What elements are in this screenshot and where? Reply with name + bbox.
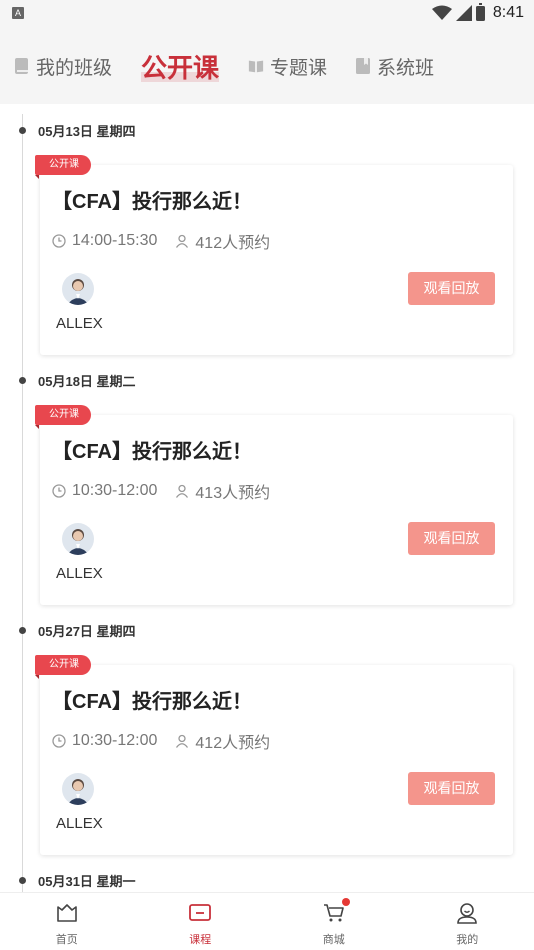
profile-icon bbox=[457, 903, 478, 924]
teacher-name: ALLEX bbox=[56, 565, 103, 582]
signal-icon bbox=[455, 5, 472, 21]
tab-system-class[interactable]: 系统班 bbox=[355, 28, 434, 104]
app-notification-icon: A bbox=[12, 7, 24, 19]
course-time: 14:00-15:30 bbox=[72, 232, 158, 249]
timeline-dot bbox=[19, 126, 26, 134]
bookmark-icon bbox=[356, 58, 370, 74]
reservation-count: 412人预约 bbox=[195, 235, 271, 252]
course-meta: 10:30-12:00 412人预约 bbox=[52, 729, 270, 753]
public-class-tag: 公开课 bbox=[35, 155, 91, 179]
teacher-avatar[interactable] bbox=[62, 523, 94, 555]
course-meta: 10:30-12:00 413人预约 bbox=[52, 479, 270, 503]
book-icon bbox=[15, 58, 28, 74]
course-category-tabs: 我的班级 公开课 专题课 系统班 bbox=[0, 28, 534, 104]
timeline-dot bbox=[19, 376, 26, 384]
course-card[interactable]: 公开课 【CFA】投行那么近！ 10:30-12:00 412人预约 ALLEX… bbox=[35, 655, 513, 855]
public-class-tag: 公开课 bbox=[35, 405, 91, 429]
course-meta: 14:00-15:30 412人预约 bbox=[52, 229, 270, 253]
tab-public-class[interactable]: 公开课 bbox=[141, 28, 220, 104]
watch-replay-button[interactable]: 观看回放 bbox=[408, 272, 495, 305]
course-title: 【CFA】投行那么近！ bbox=[52, 691, 252, 713]
teacher-avatar[interactable] bbox=[62, 773, 94, 805]
tab-topic-course[interactable]: 专题课 bbox=[248, 28, 327, 104]
teacher-name: ALLEX bbox=[56, 315, 103, 332]
teacher-name: ALLEX bbox=[56, 815, 103, 832]
person-icon bbox=[176, 234, 189, 248]
course-icon bbox=[189, 904, 212, 921]
status-time: 8:41 bbox=[492, 4, 524, 21]
timeline-dot bbox=[19, 626, 26, 634]
home-icon bbox=[56, 904, 77, 922]
nav-home[interactable]: 首页 bbox=[0, 893, 134, 950]
nav-mall[interactable]: 商城 bbox=[267, 893, 401, 950]
nav-course[interactable]: 课程 bbox=[134, 893, 268, 950]
status-bar: A 8:41 bbox=[0, 0, 534, 28]
clock-icon bbox=[52, 734, 66, 748]
person-icon bbox=[176, 484, 189, 498]
course-title: 【CFA】投行那么近！ bbox=[52, 191, 252, 213]
course-time: 10:30-12:00 bbox=[72, 732, 158, 749]
timeline-line bbox=[22, 114, 23, 894]
notification-badge bbox=[341, 898, 350, 906]
reservation-count: 413人预约 bbox=[195, 485, 271, 502]
open-book-icon bbox=[248, 60, 264, 73]
watch-replay-button[interactable]: 观看回放 bbox=[408, 522, 495, 555]
bottom-navigation: 首页 课程 商城 我的 bbox=[0, 892, 534, 950]
wifi-icon bbox=[431, 5, 452, 20]
watch-replay-button[interactable]: 观看回放 bbox=[408, 772, 495, 805]
course-card[interactable]: 公开课 【CFA】投行那么近！ 14:00-15:30 412人预约 ALLEX… bbox=[35, 155, 513, 355]
teacher-avatar[interactable] bbox=[62, 273, 94, 305]
status-icons: 8:41 bbox=[431, 3, 524, 22]
public-class-tag: 公开课 bbox=[35, 655, 91, 679]
course-time: 10:30-12:00 bbox=[72, 482, 158, 499]
reservation-count: 412人预约 bbox=[195, 735, 271, 752]
timeline-dot bbox=[19, 876, 26, 884]
person-icon bbox=[176, 734, 189, 748]
tab-my-class[interactable]: 我的班级 bbox=[14, 28, 112, 104]
clock-icon bbox=[52, 484, 66, 498]
course-card[interactable]: 公开课 【CFA】投行那么近！ 10:30-12:00 413人预约 ALLEX… bbox=[35, 405, 513, 605]
course-title: 【CFA】投行那么近！ bbox=[52, 441, 252, 463]
battery-icon bbox=[475, 3, 485, 21]
nav-profile[interactable]: 我的 bbox=[401, 893, 534, 950]
clock-icon bbox=[52, 234, 66, 248]
